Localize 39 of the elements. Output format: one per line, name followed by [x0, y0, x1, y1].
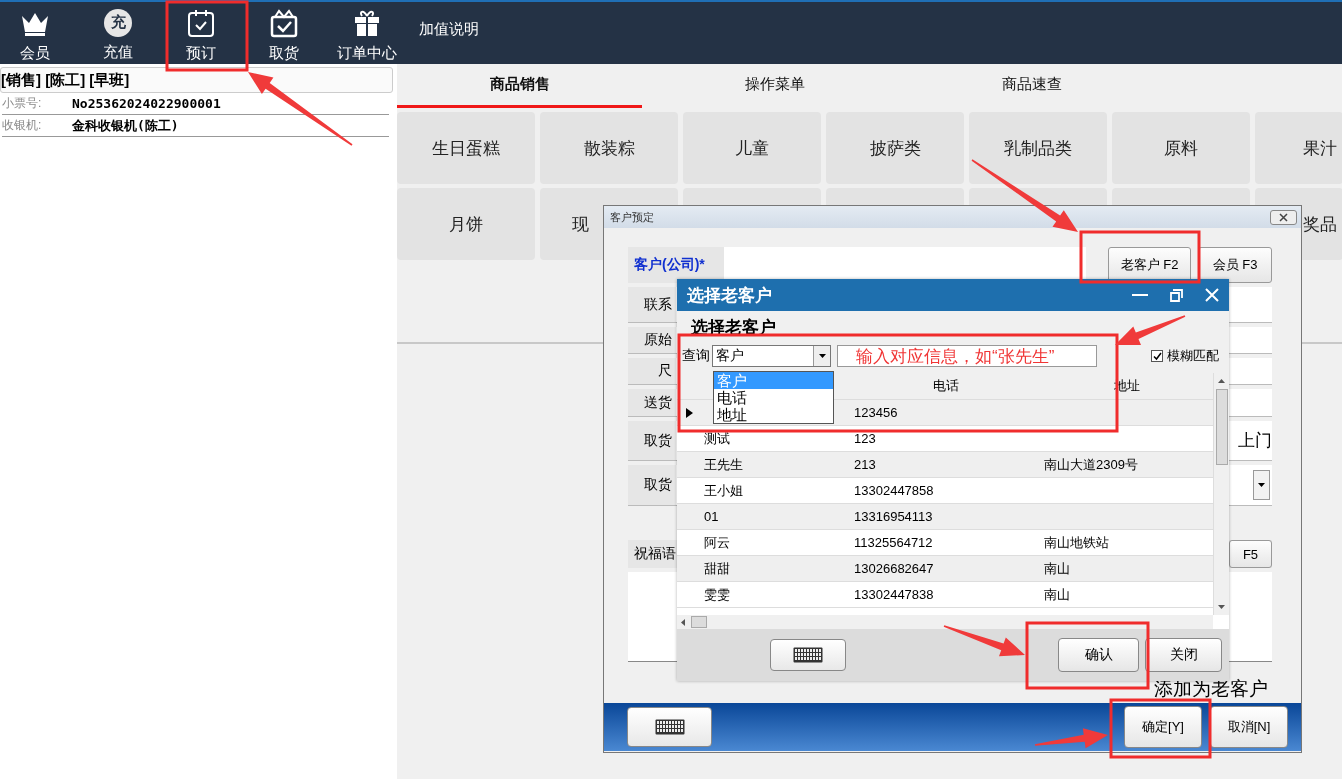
field-label: 祝福语 — [633, 544, 676, 563]
session-header: [销售] [陈工] [早班] — [0, 67, 393, 93]
field-label: 小票号: — [2, 95, 43, 112]
field-value: 金科收银机(陈工) — [72, 116, 180, 135]
field-label: 原始 — [628, 327, 676, 353]
table-cell-text: 13302447838 — [853, 587, 935, 602]
table-cell-text: 王小姐 — [703, 481, 744, 500]
table-cell-text: 13316954113 — [853, 509, 934, 524]
table-cell-text: 测试 — [703, 429, 731, 448]
table-cell-text: 王先生 — [703, 455, 744, 474]
dialog-title: 选择老客户 — [687, 284, 773, 307]
field-label: 尺 — [628, 358, 676, 384]
table-cell-text: 南山地铁站 — [1043, 533, 1110, 552]
field-label: 送货 — [628, 389, 676, 416]
table-cell-text: 13026682647 — [853, 561, 935, 576]
table-cell-text: 11325564712 — [853, 535, 934, 550]
field-label: 联系 — [628, 287, 676, 322]
table-cell-text: 123456 — [853, 405, 899, 420]
table-cell-text: 阿云 — [703, 533, 731, 552]
table-cell-text: 13302447858 — [853, 483, 935, 498]
checkbox-label: 模糊匹配 — [1167, 347, 1219, 365]
dialog-title: 客户预定 — [610, 209, 654, 225]
field-label: 客户(公司)* — [628, 247, 724, 283]
option-text: 添加为老客户 — [1154, 677, 1268, 701]
table-cell-text: 雯雯 — [703, 585, 731, 604]
field-value: No25362024022900001 — [72, 96, 222, 111]
table-cell-text: 南山 — [1043, 559, 1071, 578]
field-label: 收银机: — [2, 117, 43, 134]
column-header: 电话 — [932, 377, 960, 395]
table-cell-text: 甜甜 — [703, 559, 731, 578]
field-label: 取货 — [628, 421, 676, 460]
table-cell-text: 南山大道2309号 — [1043, 455, 1139, 474]
query-label: 查询 — [682, 347, 710, 365]
recharge-badge: 充 — [104, 8, 132, 37]
table-cell-text: 123 — [853, 431, 877, 446]
table-cell-text: 南山 — [1043, 585, 1071, 604]
field-label: 取货 — [628, 465, 676, 505]
table-cell-text: 213 — [853, 457, 877, 472]
table-cell-text: 01 — [703, 509, 720, 524]
